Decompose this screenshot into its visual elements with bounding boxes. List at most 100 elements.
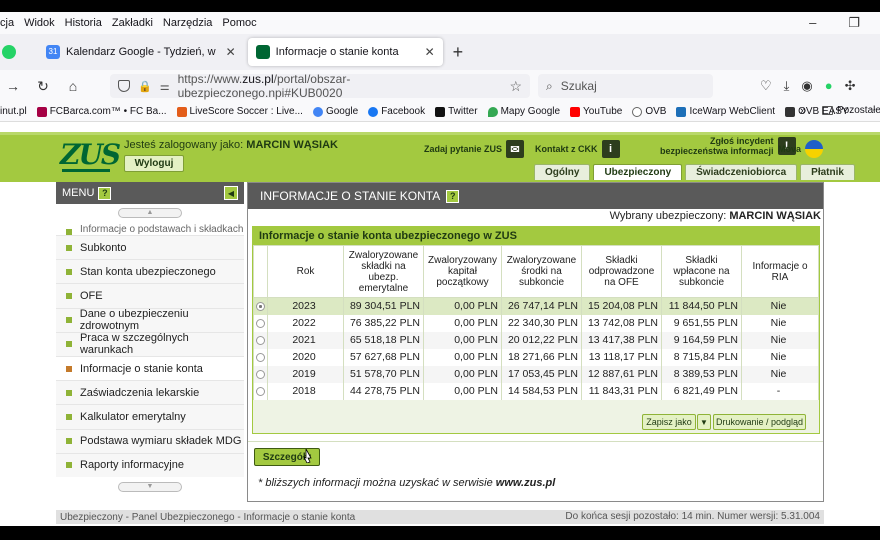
bookmark-item[interactable]: Twitter (435, 106, 478, 117)
bookmark-item[interactable]: Facebook (368, 106, 425, 117)
shield-icon[interactable] (118, 80, 130, 92)
help-icon[interactable]: ? (98, 186, 112, 200)
bookmarks-more-icon[interactable]: » (800, 105, 806, 117)
collapse-icon[interactable]: ◀ (224, 186, 238, 200)
bookmark-item[interactable]: YouTube (570, 106, 622, 117)
table-row[interactable]: 2023 89 304,51 PLN 0,00 PLN 26 747,14 PL… (253, 297, 819, 315)
calendar-icon: 31 (46, 45, 60, 59)
menu-item-edit[interactable]: cja (0, 17, 14, 29)
sidebar-item-account-status[interactable]: Stan konta ubezpieczonego (56, 260, 244, 285)
tab-insured[interactable]: Ubezpieczony (593, 164, 683, 180)
cell-value: 13 118,17 PLN (581, 348, 662, 366)
close-icon[interactable]: ✕ (226, 45, 236, 59)
bookmark-item[interactable]: IceWarp WebClient (676, 106, 775, 117)
sidebar-item-medical-certificates[interactable]: Zaświadczenia lekarskie (56, 381, 244, 406)
menu-item-tools[interactable]: Narzędzia (163, 17, 213, 29)
menu-item-bookmarks[interactable]: Zakładki (112, 17, 153, 29)
sidebar-item-ofe[interactable]: OFE (56, 284, 244, 309)
chevron-down-icon[interactable]: ▼ (697, 414, 711, 430)
reload-icon[interactable]: ↻ (30, 78, 56, 95)
scroll-up-button[interactable]: ▲ (118, 208, 182, 218)
cell-value: 8 389,53 PLN (661, 365, 742, 383)
table-row[interactable]: 2018 44 278,75 PLN 0,00 PLN 14 584,53 PL… (253, 382, 819, 400)
bookmark-item[interactable]: Mapy Google (487, 106, 560, 117)
download-icon[interactable]: ⤓ (784, 78, 790, 94)
bookmark-item[interactable]: LiveScore Soccer : Live... (176, 106, 303, 117)
close-icon[interactable]: ✕ (425, 45, 435, 59)
ask-question-link[interactable]: Zadaj pytanie ZUS ✉ (424, 140, 525, 158)
maximize-icon[interactable]: ❐ (848, 15, 860, 31)
sidebar-item-special-conditions[interactable]: Praca w szczególnych warunkach (56, 332, 244, 357)
save-as-button[interactable]: Zapisz jako (642, 414, 696, 430)
cell-year: 2023 (267, 297, 344, 315)
menu-item-view[interactable]: Widok (24, 17, 55, 29)
bullet-icon (66, 317, 72, 324)
sidebar-item-subaccount[interactable]: Subkonto (56, 236, 244, 261)
sidebar-item-mdg-base[interactable]: Podstawa wymiaru składek MDG (56, 429, 244, 454)
back-icon[interactable]: → (0, 78, 26, 94)
bookmark-star-icon[interactable]: ☆ (509, 78, 522, 95)
tab-general[interactable]: Ogólny (534, 164, 591, 180)
language-link[interactable]: Mova (778, 140, 824, 158)
print-preview-button[interactable]: Drukowanie / podgląd (713, 414, 806, 430)
table-row[interactable]: 2021 65 518,18 PLN 0,00 PLN 20 012,22 PL… (253, 331, 819, 349)
cell-value: 0,00 PLN (423, 297, 502, 315)
help-icon[interactable]: ? (446, 189, 460, 203)
contact-ckk-link[interactable]: Kontakt z CKK i (535, 140, 620, 158)
url-bar[interactable]: 🔒 ⚌ https://www.zus.pl/portal/obszar-ube… (110, 72, 530, 100)
pocket-icon[interactable]: ♡ (760, 78, 772, 94)
cell-ria: Nie (741, 348, 819, 366)
new-tab-icon[interactable]: + (453, 42, 464, 63)
bookmark-item[interactable]: inut.pl (0, 106, 27, 117)
cell-ria: - (741, 382, 819, 400)
table-row[interactable]: 2020 57 627,68 PLN 0,00 PLN 18 271,66 PL… (253, 348, 819, 366)
url-text[interactable]: https://www.zus.pl/portal/obszar-ubezpie… (178, 72, 510, 100)
tab-zus-account[interactable]: Informacje o stanie konta ✕ (247, 38, 443, 66)
cell-value: 13 742,08 PLN (581, 314, 662, 332)
sidebar-item-account-info[interactable]: Informacje o stanie konta (56, 356, 244, 382)
bookmark-item[interactable]: Google (312, 106, 358, 117)
extension-icon[interactable]: ● (825, 78, 833, 94)
cell-ria: Nie (741, 365, 819, 383)
cell-year: 2020 (267, 348, 344, 366)
sidebar-item-contributions[interactable]: Informacje o podstawach i składkach (56, 224, 244, 236)
row-radio[interactable] (256, 318, 265, 328)
zus-logo[interactable]: ZUS (60, 138, 121, 172)
sidebar-item-reports[interactable]: Raporty informacyjne (56, 453, 244, 477)
scroll-down-button[interactable]: ▼ (118, 482, 182, 492)
bookmark-item[interactable]: FCBarca.com™ • FC Ba... (36, 106, 167, 117)
row-radio[interactable] (256, 369, 265, 379)
row-radio[interactable] (256, 335, 265, 345)
search-input[interactable]: ⌕ Szukaj (538, 74, 713, 98)
table-row[interactable]: 2022 76 385,22 PLN 0,00 PLN 22 340,30 PL… (253, 314, 819, 332)
permissions-icon[interactable]: ⚌ (160, 80, 170, 93)
row-radio[interactable] (256, 386, 265, 396)
cell-value: 18 271,66 PLN (501, 348, 582, 366)
zus-site-link[interactable]: www.zus.pl (496, 477, 556, 489)
table-row[interactable]: 2019 51 578,70 PLN 0,00 PLN 17 053,45 PL… (253, 365, 819, 383)
extensions-puzzle-icon[interactable]: ✣ (845, 78, 856, 94)
home-icon[interactable]: ⌂ (60, 78, 86, 94)
lock-icon[interactable]: 🔒 (138, 80, 152, 93)
bookmark-item[interactable]: OVB (632, 106, 666, 117)
search-placeholder: Szukaj (560, 79, 597, 93)
minimize-icon[interactable]: – (809, 15, 816, 31)
cell-year: 2022 (267, 314, 344, 332)
menu-item-history[interactable]: Historia (65, 17, 102, 29)
bullet-icon (66, 438, 72, 445)
report-incident-link[interactable]: Zgłoś incydent bezpieczeństwa informacji … (660, 136, 796, 156)
logout-button[interactable]: Wyloguj (124, 155, 184, 172)
tab-payer[interactable]: Płatnik (800, 164, 855, 180)
tab-beneficiary[interactable]: Świadczeniobiorca (685, 164, 798, 180)
section-title: Informacje o stanie konta ubezpieczonego… (253, 227, 819, 245)
row-radio[interactable] (256, 301, 265, 311)
sidebar-item-pension-calculator[interactable]: Kalkulator emerytalny (56, 405, 244, 430)
bookmark-folder-other[interactable]: Pozostałe z (822, 105, 880, 116)
facebook-icon (368, 106, 379, 117)
menu-item-help[interactable]: Pomoc (222, 17, 256, 29)
account-icon[interactable]: ◉ (801, 78, 812, 94)
sidebar-item-health-insurance[interactable]: Dane o ubezpieczeniu zdrowotnym (56, 308, 244, 333)
whatsapp-icon[interactable] (2, 45, 16, 59)
row-radio[interactable] (256, 352, 265, 362)
tab-google-calendar[interactable]: 31 Kalendarz Google - Tydzień, w ✕ (38, 38, 244, 66)
